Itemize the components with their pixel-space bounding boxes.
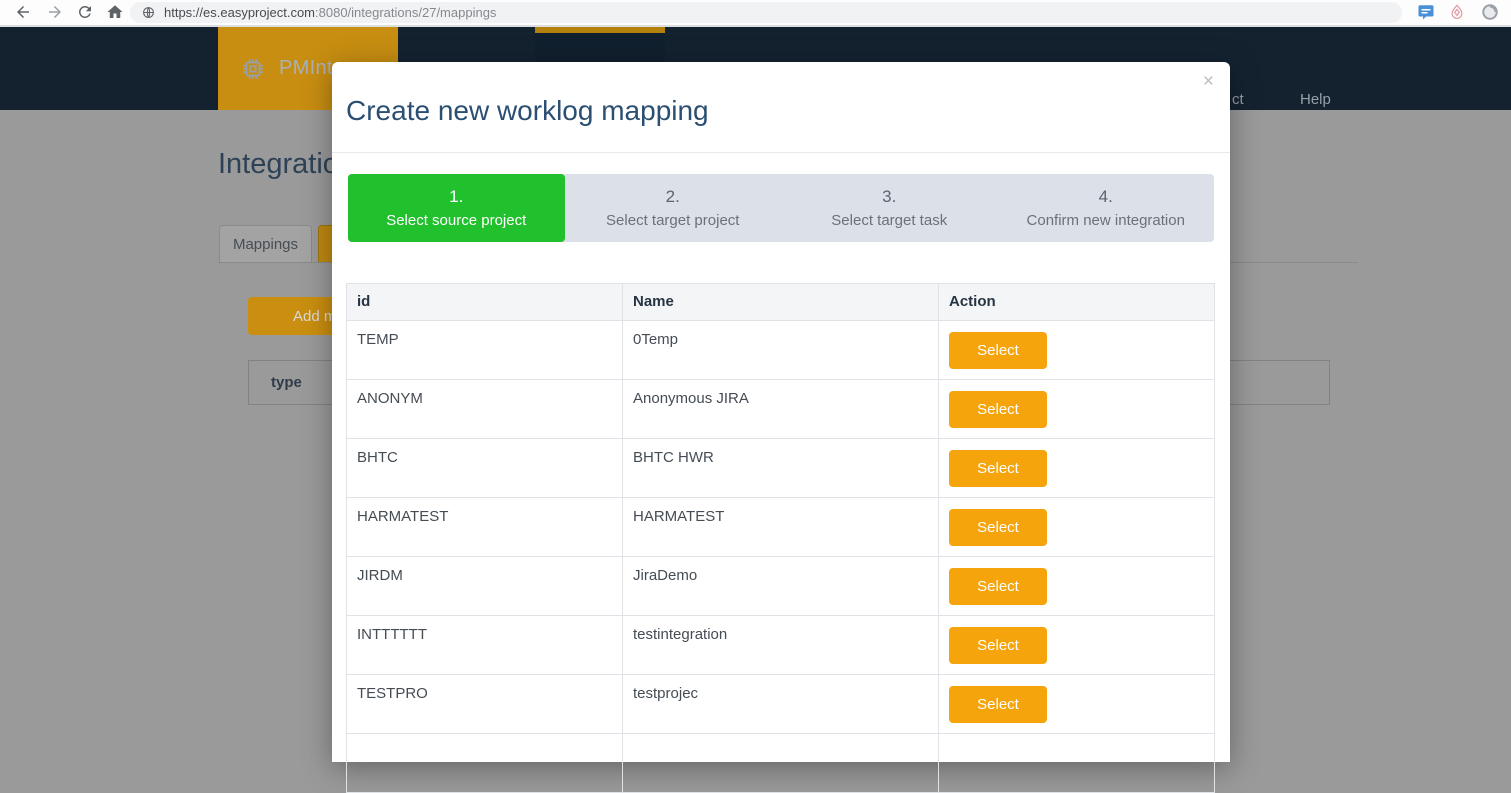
globe-icon [142, 6, 155, 19]
project-name-cell: testintegration [623, 616, 939, 675]
nav-item-partial[interactable]: ct [1232, 91, 1244, 108]
step-label: Select target project [606, 212, 739, 229]
table-row: HARMATESTHARMATEST Select [347, 498, 1215, 557]
step-label: Confirm new integration [1027, 212, 1185, 229]
project-action-cell: Select [939, 439, 1215, 498]
url-host: https://es.easyproject.com [164, 5, 315, 20]
project-name-cell: 0Temp [623, 321, 939, 380]
reload-icon[interactable] [76, 3, 94, 21]
select-button[interactable]: Select [949, 568, 1047, 605]
modal-title: Create new worklog mapping [346, 95, 709, 127]
home-icon[interactable] [106, 3, 124, 21]
project-id-cell: JIRDM [347, 557, 623, 616]
project-id-cell: TESTPRO [347, 675, 623, 734]
nav-item-help[interactable]: Help [1300, 91, 1331, 108]
column-header-name: Name [623, 284, 939, 321]
project-id-cell: ANONYM [347, 380, 623, 439]
empty-cell [939, 734, 1215, 793]
step-number: 4. [1099, 187, 1113, 207]
table-row: JIRDMJiraDemo Select [347, 557, 1215, 616]
tab-mappings[interactable]: Mappings [219, 225, 312, 263]
step-select-target-task[interactable]: 3. Select target task [781, 174, 998, 242]
project-action-cell: Select [939, 616, 1215, 675]
project-id-cell: INTTTTTT [347, 616, 623, 675]
project-name-cell: JiraDemo [623, 557, 939, 616]
page-title: Integratio [218, 148, 339, 181]
project-id-cell: TEMP [347, 321, 623, 380]
step-number: 3. [882, 187, 896, 207]
project-name-cell: BHTC HWR [623, 439, 939, 498]
select-button[interactable]: Select [949, 686, 1047, 723]
table-row: ANONYMAnonymous JIRA Select [347, 380, 1215, 439]
project-action-cell: Select [939, 675, 1215, 734]
chat-extension-icon[interactable] [1417, 3, 1435, 21]
project-name-cell: Anonymous JIRA [623, 380, 939, 439]
step-label: Select source project [386, 212, 526, 229]
select-button[interactable]: Select [949, 450, 1047, 487]
table-row: TESTPROtestprojec Select [347, 675, 1215, 734]
empty-cell [623, 734, 939, 793]
project-action-cell: Select [939, 380, 1215, 439]
table-row: TEMP0Temp Select [347, 321, 1215, 380]
tab-mappings-label: Mappings [233, 236, 298, 253]
forward-icon[interactable] [46, 3, 64, 21]
table-row: BHTCBHTC HWR Select [347, 439, 1215, 498]
project-name-cell: HARMATEST [623, 498, 939, 557]
select-button[interactable]: Select [949, 509, 1047, 546]
address-bar[interactable]: https://es.easyproject.com:8080/integrat… [130, 2, 1402, 23]
url-path: :8080/integrations/27/mappings [315, 5, 496, 20]
browser-toolbar: https://es.easyproject.com:8080/integrat… [0, 0, 1511, 27]
project-action-cell: Select [939, 557, 1215, 616]
empty-cell [347, 734, 623, 793]
table-row-partial [347, 734, 1215, 793]
table-header-row: id Name Action [347, 284, 1215, 321]
step-select-target-project[interactable]: 2. Select target project [565, 174, 782, 242]
close-icon[interactable]: × [1203, 72, 1214, 91]
project-name-cell: testprojec [623, 675, 939, 734]
wizard-steps: 1. Select source project 2. Select targe… [348, 174, 1214, 242]
select-button[interactable]: Select [949, 332, 1047, 369]
table-row: INTTTTTTtestintegration Select [347, 616, 1215, 675]
select-button[interactable]: Select [949, 627, 1047, 664]
url-text: https://es.easyproject.com:8080/integrat… [164, 5, 496, 20]
profile-icon[interactable] [1481, 3, 1499, 21]
step-confirm-new-integration[interactable]: 4. Confirm new integration [998, 174, 1215, 242]
step-label: Select target task [831, 212, 947, 229]
column-header-action: Action [939, 284, 1215, 321]
project-id-cell: BHTC [347, 439, 623, 498]
back-icon[interactable] [14, 3, 32, 21]
column-header-id: id [347, 284, 623, 321]
modal-header-divider [332, 152, 1230, 153]
step-number: 1. [449, 187, 463, 207]
type-column-header: type [271, 374, 302, 391]
project-id-cell: HARMATEST [347, 498, 623, 557]
select-button[interactable]: Select [949, 391, 1047, 428]
step-select-source-project[interactable]: 1. Select source project [348, 174, 565, 242]
project-action-cell: Select [939, 498, 1215, 557]
chip-icon [240, 56, 266, 82]
create-worklog-mapping-modal: × Create new worklog mapping 1. Select s… [332, 62, 1230, 762]
source-projects-table: id Name Action TEMP0TempSelectANONYMAnon… [346, 283, 1215, 793]
project-action-cell: Select [939, 321, 1215, 380]
droplet-extension-icon[interactable] [1448, 3, 1466, 21]
step-number: 2. [666, 187, 680, 207]
